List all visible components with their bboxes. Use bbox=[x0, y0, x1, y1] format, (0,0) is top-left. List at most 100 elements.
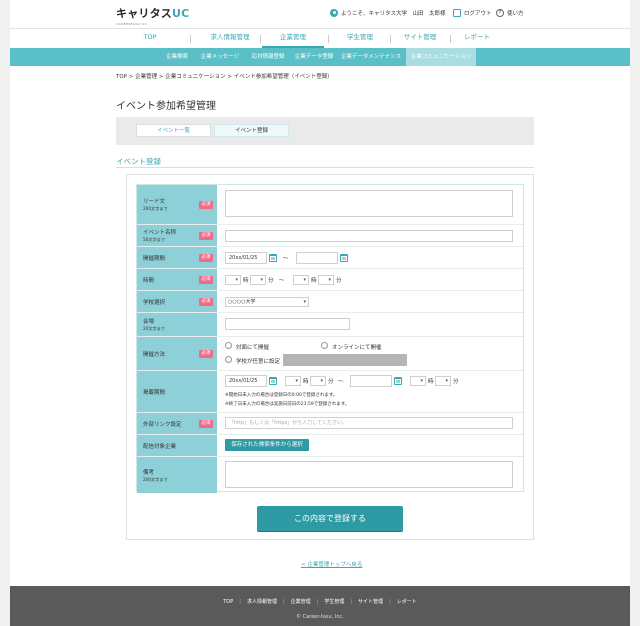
submit-button[interactable]: この内容で登録する bbox=[257, 506, 403, 531]
mainnav-item-top[interactable]: TOP bbox=[130, 29, 170, 48]
row-event-name: イベント名称 50文字まで 必須 bbox=[137, 225, 525, 247]
calendar-icon[interactable] bbox=[269, 377, 277, 385]
remarks-textarea[interactable] bbox=[225, 461, 513, 488]
publish-note-start: ※開始日未入力の場合は登録日の0:00で登録されます。 bbox=[225, 393, 338, 398]
hour-unit: 時 bbox=[428, 379, 434, 385]
breadcrumb: TOP > 企業管理 > 企業コミュニケーション > イベント参加希望管理（イベ… bbox=[116, 74, 333, 80]
footer-separator: | bbox=[389, 599, 391, 605]
footer-link-site[interactable]: サイト管理 bbox=[358, 599, 383, 605]
footer-link-report[interactable]: レポート bbox=[397, 599, 417, 605]
subnav-item-search[interactable]: 企業検索 bbox=[160, 48, 194, 66]
publish-to-hour-select[interactable] bbox=[410, 376, 426, 386]
field-sublabel: 20文字まで bbox=[143, 326, 166, 331]
hour-unit: 時 bbox=[303, 379, 309, 385]
footer-link-students[interactable]: 学生管理 bbox=[324, 599, 344, 605]
select-saved-search-button[interactable]: 保存された検索条件から選択 bbox=[225, 439, 309, 451]
required-badge: 必須 bbox=[199, 275, 213, 284]
hour-unit: 時 bbox=[243, 278, 249, 284]
field-label: 掲載期間 bbox=[143, 389, 166, 396]
start-minute-select[interactable] bbox=[250, 275, 266, 285]
label-cell: 掲載期間 bbox=[137, 371, 217, 412]
calendar-icon[interactable] bbox=[340, 254, 348, 262]
footer-separator: | bbox=[239, 599, 241, 605]
nav-divider bbox=[390, 35, 391, 43]
welcome-area: ようこそ、キャリタス大学 山田 太郎様 bbox=[330, 9, 446, 17]
main-nav: TOP 求人情報管理 企業管理 学生管理 サイト管理 レポート bbox=[10, 28, 630, 48]
minute-unit: 分 bbox=[453, 379, 459, 385]
page: キャリタスUC CAREERTASU UC ようこそ、キャリタス大学 山田 太郎… bbox=[10, 0, 630, 626]
publish-from-minute-select[interactable] bbox=[310, 376, 326, 386]
back-to-companies-link[interactable]: < 企業管理トップへ戻る bbox=[301, 560, 362, 568]
period-from-input[interactable]: 20xx/01/25 bbox=[225, 252, 267, 264]
external-link-input[interactable]: 「http」もしくは「https」から入力してください。 bbox=[225, 417, 513, 429]
tab-event-list[interactable]: イベント一覧 bbox=[136, 124, 211, 137]
row-remarks: 備考 200文字まで bbox=[137, 457, 525, 493]
mainnav-item-site[interactable]: サイト管理 bbox=[392, 29, 448, 48]
period-to-input[interactable] bbox=[296, 252, 338, 264]
row-publish-period: 掲載期間 20xx/01/25 時 分 〜 時 分 ※開始日未入力の場合は登録日… bbox=[137, 371, 525, 413]
nav-divider bbox=[190, 35, 191, 43]
range-separator: 〜 bbox=[283, 256, 289, 262]
radio-in-person[interactable] bbox=[225, 342, 232, 349]
event-name-input[interactable] bbox=[225, 230, 513, 242]
lead-textarea[interactable] bbox=[225, 190, 513, 217]
label-cell: 開催方法 必須 bbox=[137, 337, 217, 370]
field-label: 会場 bbox=[143, 319, 155, 325]
publish-to-minute-select[interactable] bbox=[435, 376, 451, 386]
header: キャリタスUC CAREERTASU UC ようこそ、キャリタス大学 山田 太郎… bbox=[10, 0, 630, 28]
subnav-item-maintenance[interactable]: 企業データメンテナンス bbox=[338, 48, 404, 66]
minute-unit: 分 bbox=[336, 278, 342, 284]
logo[interactable]: キャリタスUC CAREERTASU UC bbox=[116, 5, 189, 26]
end-hour-select[interactable] bbox=[293, 275, 309, 285]
logout-icon bbox=[453, 9, 461, 17]
publish-to-input[interactable] bbox=[350, 375, 392, 387]
range-separator: 〜 bbox=[338, 379, 344, 385]
footer-link-jobs[interactable]: 求人情報管理 bbox=[247, 599, 277, 605]
nav-divider bbox=[450, 35, 451, 43]
logout-label: ログアウト bbox=[464, 11, 492, 17]
required-badge: 必須 bbox=[199, 253, 213, 262]
end-minute-select[interactable] bbox=[318, 275, 334, 285]
label-cell: イベント名称 50文字まで 必須 bbox=[137, 225, 217, 246]
radio-label: 学校が任意に設定 bbox=[236, 359, 281, 365]
label-cell: 会場 20文字まで bbox=[137, 313, 217, 336]
start-hour-select[interactable] bbox=[225, 275, 241, 285]
subnav-item-contact[interactable]: 応対情報登録 bbox=[246, 48, 290, 66]
help-link[interactable]: ? 使い方 bbox=[496, 9, 524, 17]
row-period: 開催期間 必須 20xx/01/25 〜 bbox=[137, 247, 525, 269]
required-badge: 必須 bbox=[199, 231, 213, 240]
label-cell: 配信対象企業 bbox=[137, 435, 217, 456]
label-cell: 外部リンク設定 必須 bbox=[137, 413, 217, 434]
range-separator: 〜 bbox=[279, 278, 285, 284]
row-method: 開催方法 必須 対面にて開催 オンラインにて開催 学校が任意に設定 bbox=[137, 337, 525, 371]
mainnav-item-report[interactable]: レポート bbox=[452, 29, 502, 48]
radio-online[interactable] bbox=[321, 342, 328, 349]
venue-input[interactable] bbox=[225, 318, 350, 330]
field-label: 備考 bbox=[143, 469, 155, 476]
calendar-icon[interactable] bbox=[269, 254, 277, 262]
label-cell: 学校選択 必須 bbox=[137, 291, 217, 312]
subnav-item-message[interactable]: 企業メッセージ bbox=[196, 48, 244, 66]
calendar-icon[interactable] bbox=[394, 377, 402, 385]
label-cell: 時間 必須 bbox=[137, 269, 217, 290]
radio-school-setting[interactable] bbox=[225, 356, 232, 363]
row-target-companies: 配信対象企業 保存された検索条件から選択 bbox=[137, 435, 525, 457]
help-icon: ? bbox=[496, 9, 504, 17]
required-badge: 必須 bbox=[199, 419, 213, 428]
footer-link-companies[interactable]: 企業管理 bbox=[291, 599, 311, 605]
school-select[interactable]: ○○○○大学 bbox=[225, 297, 309, 307]
logout-link[interactable]: ログアウト bbox=[453, 9, 492, 17]
mainnav-item-students[interactable]: 学生管理 bbox=[330, 29, 390, 48]
tab-event-register[interactable]: イベント登録 bbox=[214, 124, 289, 137]
mainnav-item-companies[interactable]: 企業管理 bbox=[262, 29, 324, 48]
footer-link-top[interactable]: TOP bbox=[223, 599, 233, 605]
row-time: 時間 必須 時 分 〜 時 分 bbox=[137, 269, 525, 291]
publish-from-hour-select[interactable] bbox=[285, 376, 301, 386]
subnav-item-communication[interactable]: 企業コミュニケーション bbox=[406, 48, 476, 66]
field-label: 配信対象企業 bbox=[143, 443, 177, 450]
logo-text: キャリタス bbox=[116, 7, 172, 20]
mainnav-item-jobs[interactable]: 求人情報管理 bbox=[192, 29, 268, 48]
required-badge: 必須 bbox=[199, 200, 213, 209]
publish-from-input[interactable]: 20xx/01/25 bbox=[225, 375, 267, 387]
subnav-item-data-register[interactable]: 企業データ登録 bbox=[292, 48, 336, 66]
